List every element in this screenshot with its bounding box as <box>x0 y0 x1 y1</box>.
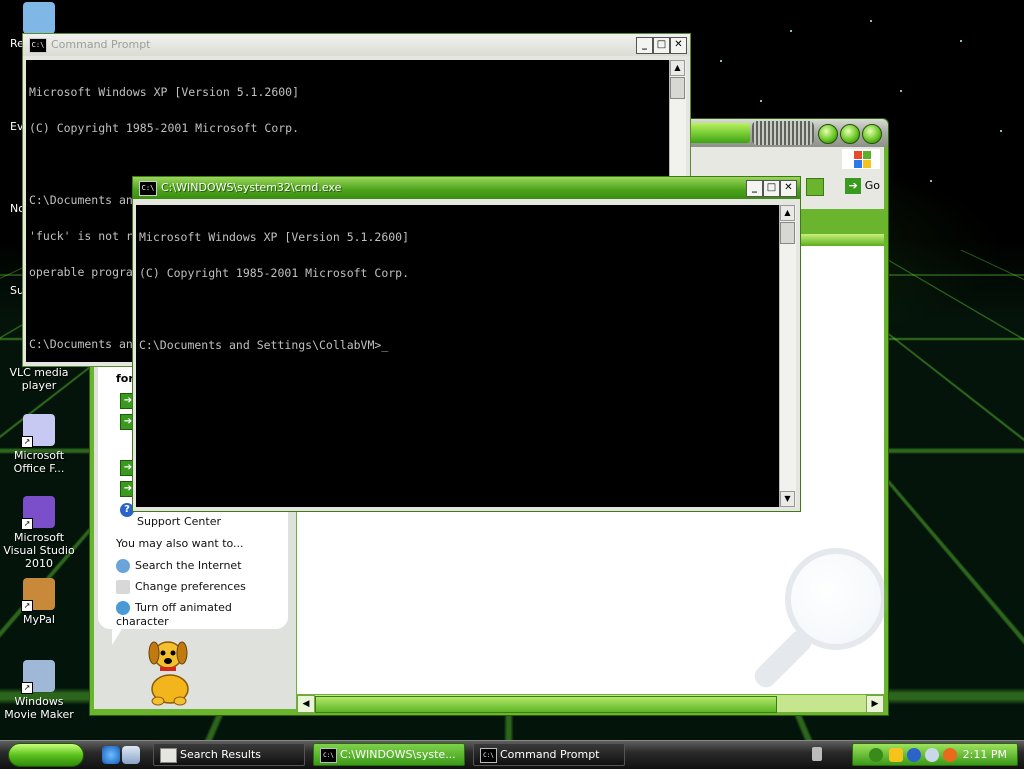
console-line: Microsoft Windows XP [Version 5.1.2600] <box>29 85 300 99</box>
shortcut-arrow-icon: ↗ <box>21 682 33 694</box>
desktop-icon-label: Microsoft Office F... <box>13 449 65 475</box>
desktop-icon-vlc[interactable]: VLC media player <box>0 366 78 392</box>
vertical-scrollbar[interactable]: ▲ ▼ <box>779 205 796 507</box>
minimize-button[interactable] <box>818 124 838 144</box>
scroll-thumb[interactable] <box>315 696 777 713</box>
internet-explorer-icon[interactable] <box>102 746 120 764</box>
support-center-link[interactable]: Support Center <box>137 515 221 528</box>
console-icon: C:\ <box>29 38 47 53</box>
close-button[interactable]: ✕ <box>670 37 687 54</box>
address-dropdown-button[interactable] <box>806 178 824 196</box>
desktop-icon-office[interactable]: ↗ Microsoft Office F... <box>0 414 78 475</box>
window-title: Command Prompt <box>51 38 151 51</box>
desktop-icon-label: Windows Movie Maker <box>4 695 74 721</box>
recycle-bin-icon <box>23 2 55 34</box>
console-output[interactable]: Microsoft Windows XP [Version 5.1.2600] … <box>136 205 779 507</box>
search-internet-link[interactable]: Search the Internet <box>116 559 242 573</box>
scroll-down-button[interactable]: ▼ <box>780 491 795 507</box>
search-results-icon <box>160 748 177 763</box>
maximize-button[interactable] <box>840 124 860 144</box>
clock[interactable]: 2:11 PM <box>963 748 1007 761</box>
office-icon: ↗ <box>21 414 55 448</box>
shortcut-arrow-icon: ↗ <box>21 600 33 612</box>
taskbar-item-cmd-exe[interactable]: C:\ C:\WINDOWS\syste... <box>313 743 465 766</box>
language-bar-icon[interactable] <box>812 747 822 761</box>
desktop-icon-label: Microsoft Visual Studio 2010 <box>3 531 75 570</box>
show-desktop-icon[interactable] <box>122 746 140 764</box>
network-icon[interactable] <box>925 748 939 762</box>
console-icon: C:\ <box>139 181 157 196</box>
desktop-icon-visual-studio[interactable]: ↗ Microsoft Visual Studio 2010 <box>0 496 78 570</box>
maximize-button[interactable]: □ <box>653 37 670 54</box>
taskbar: Search Results C:\ C:\WINDOWS\syste... C… <box>0 740 1024 769</box>
minimize-button[interactable]: _ <box>636 37 653 54</box>
go-arrow-icon: ➔ <box>845 178 862 194</box>
change-preferences-link[interactable]: Change preferences <box>116 580 246 594</box>
turn-off-character-link[interactable]: Turn off animated character <box>116 601 288 628</box>
go-button[interactable]: ➔ Go <box>845 178 880 194</box>
window-title: C:\WINDOWS\system32\cmd.exe <box>161 181 342 194</box>
console-line: Microsoft Windows XP [Version 5.1.2600] <box>139 230 410 244</box>
search-tray-icon[interactable] <box>943 748 957 762</box>
console-line: (C) Copyright 1985-2001 Microsoft Corp. <box>139 266 410 280</box>
desktop-icon-mypal[interactable]: ↗ MyPal <box>0 578 78 626</box>
mypal-icon: ↗ <box>21 578 55 612</box>
scroll-thumb[interactable] <box>780 222 795 244</box>
visual-studio-icon: ↗ <box>21 496 55 530</box>
console-line: (C) Copyright 1985-2001 Microsoft Corp. <box>29 121 300 135</box>
desktop-icon-label: VLC media player <box>9 366 69 392</box>
console-icon: C:\ <box>480 748 497 763</box>
search-dog-character-icon[interactable] <box>140 633 198 707</box>
console-line: C:\Documents and Settings\CollabVM>_ <box>139 338 389 352</box>
maximize-button[interactable]: □ <box>763 180 780 197</box>
tray-arrow-icon[interactable] <box>869 748 883 762</box>
movie-maker-icon: ↗ <box>21 660 55 694</box>
animated-character-icon <box>116 601 130 615</box>
go-label: Go <box>864 179 880 192</box>
also-want-heading: You may also want to... <box>116 537 244 550</box>
cmd-exe-window[interactable]: C:\ C:\WINDOWS\system32\cmd.exe _ □ ✕ Mi… <box>132 176 801 512</box>
scroll-left-button[interactable]: ◀ <box>297 695 315 713</box>
start-button[interactable] <box>8 743 84 767</box>
scroll-up-button[interactable]: ▲ <box>670 60 685 76</box>
shortcut-arrow-icon: ↗ <box>21 436 33 448</box>
scroll-up-button[interactable]: ▲ <box>780 205 795 221</box>
close-button[interactable]: ✕ <box>780 180 797 197</box>
info-icon[interactable] <box>907 748 921 762</box>
security-shield-icon[interactable] <box>889 748 903 762</box>
search-internet-icon <box>116 559 130 573</box>
scroll-thumb[interactable] <box>670 77 685 99</box>
windows-logo-icon <box>842 149 880 169</box>
taskbar-item-command-prompt[interactable]: C:\ Command Prompt <box>473 743 625 766</box>
taskbar-item-search-results[interactable]: Search Results <box>153 743 305 766</box>
desktop-icon-label: MyPal <box>23 613 55 626</box>
command-prompt-title-bar[interactable]: C:\ Command Prompt _ □ ✕ <box>23 34 690 56</box>
minimize-button[interactable]: _ <box>746 180 763 197</box>
console-icon: C:\ <box>320 748 337 763</box>
cmd-exe-title-bar[interactable]: C:\ C:\WINDOWS\system32\cmd.exe _ □ ✕ <box>133 177 800 199</box>
title-grille <box>752 121 814 145</box>
preferences-icon <box>116 580 130 594</box>
system-tray: 2:11 PM <box>852 743 1018 766</box>
close-button[interactable] <box>862 124 882 144</box>
shortcut-arrow-icon: ↗ <box>21 518 33 530</box>
desktop-icon-movie-maker[interactable]: ↗ Windows Movie Maker <box>0 660 78 721</box>
magnifier-watermark-icon <box>740 548 890 698</box>
